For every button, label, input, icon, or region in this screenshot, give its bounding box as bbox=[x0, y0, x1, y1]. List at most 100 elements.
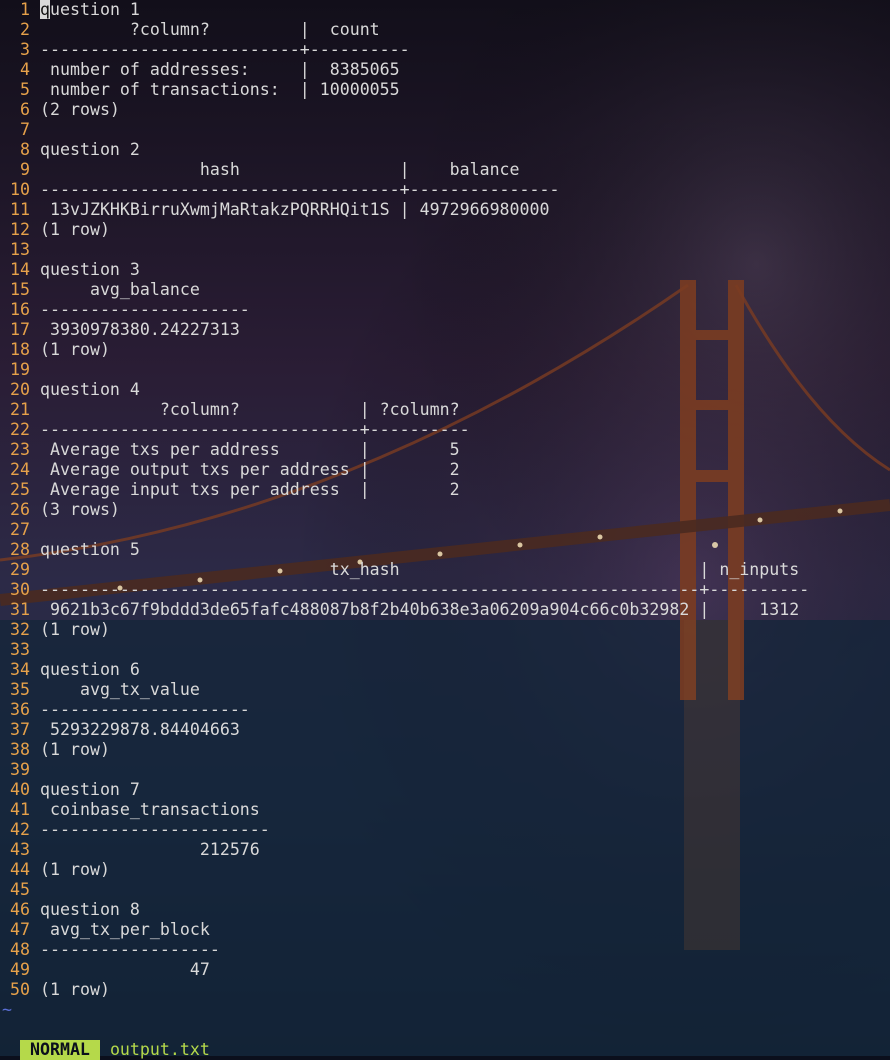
editor-line[interactable]: 3 --------------------------+---------- bbox=[0, 40, 890, 60]
line-number: 34 bbox=[10, 660, 30, 679]
editor-line[interactable]: 26 (3 rows) bbox=[0, 500, 890, 520]
status-line: NORMAL output.txt bbox=[0, 1020, 890, 1060]
editor-line[interactable]: 4 number of addresses: | 8385065 bbox=[0, 60, 890, 80]
editor-line[interactable]: 28 question 5 bbox=[0, 540, 890, 560]
line-number: 7 bbox=[20, 120, 30, 139]
editor-line[interactable]: 14 question 3 bbox=[0, 260, 890, 280]
line-text: --------------------- bbox=[40, 300, 250, 319]
line-text: (2 rows) bbox=[40, 100, 120, 119]
line-number: 40 bbox=[10, 780, 30, 799]
editor-line[interactable]: 49 47 bbox=[0, 960, 890, 980]
editor-line[interactable]: 32 (1 row) bbox=[0, 620, 890, 640]
editor-line[interactable]: 33 bbox=[0, 640, 890, 660]
line-text: question 4 bbox=[40, 380, 140, 399]
line-text: (1 row) bbox=[40, 340, 110, 359]
editor-line[interactable]: 6 (2 rows) bbox=[0, 100, 890, 120]
line-number: 30 bbox=[10, 580, 30, 599]
line-text: ----------------------- bbox=[40, 820, 270, 839]
editor-line[interactable]: 7 bbox=[0, 120, 890, 140]
editor-line[interactable]: 27 bbox=[0, 520, 890, 540]
editor-line[interactable]: 36 --------------------- bbox=[0, 700, 890, 720]
text-cursor: q bbox=[40, 0, 50, 19]
line-number: 41 bbox=[10, 800, 30, 819]
line-text: 3930978380.24227313 bbox=[40, 320, 240, 339]
editor-line[interactable]: 45 bbox=[0, 880, 890, 900]
editor-line[interactable]: 42 ----------------------- bbox=[0, 820, 890, 840]
editor-line[interactable]: 8 question 2 bbox=[0, 140, 890, 160]
line-text: Average txs per address | 5 bbox=[40, 440, 460, 459]
line-text: ------------------------------------+---… bbox=[40, 180, 560, 199]
line-text: ?column? | ?column? bbox=[40, 400, 460, 419]
editor-line[interactable]: 24 Average output txs per address | 2 bbox=[0, 460, 890, 480]
line-number: 47 bbox=[10, 920, 30, 939]
editor-line[interactable]: 25 Average input txs per address | 2 bbox=[0, 480, 890, 500]
editor-line[interactable]: 29 tx_hash | n_inputs bbox=[0, 560, 890, 580]
line-number: 46 bbox=[10, 900, 30, 919]
editor-line[interactable]: 43 212576 bbox=[0, 840, 890, 860]
line-number: 39 bbox=[10, 760, 30, 779]
editor-line[interactable]: 9 hash | balance bbox=[0, 160, 890, 180]
editor-line[interactable]: 20 question 4 bbox=[0, 380, 890, 400]
editor-line[interactable]: 13 bbox=[0, 240, 890, 260]
line-text: question 3 bbox=[40, 260, 140, 279]
line-text: hash | balance bbox=[40, 160, 520, 179]
editor-line[interactable]: 15 avg_balance bbox=[0, 280, 890, 300]
line-text: (1 row) bbox=[40, 220, 110, 239]
editor-buffer[interactable]: 1 question 12 ?column? | count 3 ----------… bbox=[0, 0, 890, 1000]
line-number: 6 bbox=[20, 100, 30, 119]
editor-line[interactable]: 18 (1 row) bbox=[0, 340, 890, 360]
line-number: 28 bbox=[10, 540, 30, 559]
line-number: 19 bbox=[10, 360, 30, 379]
line-number: 26 bbox=[10, 500, 30, 519]
line-number: 1 bbox=[20, 0, 30, 19]
line-number: 15 bbox=[10, 280, 30, 299]
editor-line[interactable]: 31 9621b3c67f9bddd3de65fafc488087b8f2b40… bbox=[0, 600, 890, 620]
editor-line[interactable]: 11 13vJZKHKBirruXwmjMaRtakzPQRRHQit1S | … bbox=[0, 200, 890, 220]
editor-line[interactable]: 44 (1 row) bbox=[0, 860, 890, 880]
editor-line[interactable]: 39 bbox=[0, 760, 890, 780]
line-number: 43 bbox=[10, 840, 30, 859]
editor-line[interactable]: 17 3930978380.24227313 bbox=[0, 320, 890, 340]
editor-line[interactable]: 48 ------------------ bbox=[0, 940, 890, 960]
line-number: 4 bbox=[20, 60, 30, 79]
line-number: 22 bbox=[10, 420, 30, 439]
line-number: 48 bbox=[10, 940, 30, 959]
line-number: 31 bbox=[10, 600, 30, 619]
line-number: 10 bbox=[10, 180, 30, 199]
line-text: --------------------- bbox=[40, 700, 250, 719]
editor-line[interactable]: 22 --------------------------------+-----… bbox=[0, 420, 890, 440]
editor-line[interactable]: 50 (1 row) bbox=[0, 980, 890, 1000]
editor-line[interactable]: 19 bbox=[0, 360, 890, 380]
command-line[interactable] bbox=[0, 1040, 890, 1056]
line-text: (1 row) bbox=[40, 860, 110, 879]
line-text: Average output txs per address | 2 bbox=[40, 460, 460, 479]
editor-line[interactable]: 38 (1 row) bbox=[0, 740, 890, 760]
editor-line[interactable]: 35 avg_tx_value bbox=[0, 680, 890, 700]
line-number: 32 bbox=[10, 620, 30, 639]
editor-line[interactable]: 40 question 7 bbox=[0, 780, 890, 800]
editor-line[interactable]: 10 ------------------------------------+-… bbox=[0, 180, 890, 200]
editor-line[interactable]: 41 coinbase_transactions bbox=[0, 800, 890, 820]
editor-line[interactable]: 2 ?column? | count bbox=[0, 20, 890, 40]
line-text: question 6 bbox=[40, 660, 140, 679]
editor-line[interactable]: 1 question 1 bbox=[0, 0, 890, 20]
editor-line[interactable]: 16 --------------------- bbox=[0, 300, 890, 320]
line-text: ------------------ bbox=[40, 940, 220, 959]
line-number: 35 bbox=[10, 680, 30, 699]
line-number: 36 bbox=[10, 700, 30, 719]
editor-line[interactable]: 21 ?column? | ?column? bbox=[0, 400, 890, 420]
line-text: question 1 bbox=[40, 0, 140, 19]
editor-line[interactable]: 30 --------------------------------------… bbox=[0, 580, 890, 600]
editor-line[interactable]: 23 Average txs per address | 5 bbox=[0, 440, 890, 460]
line-number: 16 bbox=[10, 300, 30, 319]
line-number: 3 bbox=[20, 40, 30, 59]
line-number: 23 bbox=[10, 440, 30, 459]
editor-line[interactable]: 37 5293229878.84404663 bbox=[0, 720, 890, 740]
editor-line[interactable]: 34 question 6 bbox=[0, 660, 890, 680]
line-text: tx_hash | n_inputs bbox=[40, 560, 800, 579]
editor-line[interactable]: 46 question 8 bbox=[0, 900, 890, 920]
editor-line[interactable]: 5 number of transactions: | 10000055 bbox=[0, 80, 890, 100]
editor-line[interactable]: 47 avg_tx_per_block bbox=[0, 920, 890, 940]
line-number: 11 bbox=[10, 200, 30, 219]
editor-line[interactable]: 12 (1 row) bbox=[0, 220, 890, 240]
